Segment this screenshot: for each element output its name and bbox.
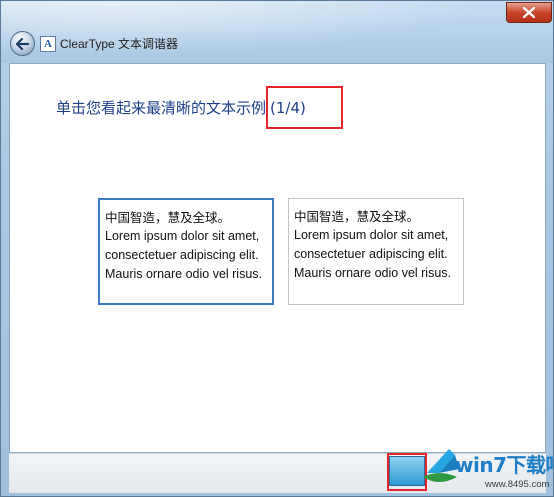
cleartype-tuner-window: A ClearType 文本调谐器 单击您看起来最清晰的文本示例 (1/4) 中国… <box>0 0 554 497</box>
content-area: 单击您看起来最清晰的文本示例 (1/4) 中国智造，慧及全球。 Lorem ips… <box>9 63 546 453</box>
sample-chinese-text: 中国智造，慧及全球。 <box>105 210 231 225</box>
text-sample-1[interactable]: 中国智造，慧及全球。 Lorem ipsum dolor sit amet, c… <box>98 198 274 305</box>
sample-latin-text: Lorem ipsum dolor sit amet, consectetuer… <box>294 228 452 280</box>
watermark-url: www.8495.com <box>485 479 550 490</box>
text-sample-2[interactable]: 中国智造，慧及全球。 Lorem ipsum dolor sit amet, c… <box>288 198 464 305</box>
sample-chinese-text: 中国智造，慧及全球。 <box>294 209 420 224</box>
close-icon <box>523 7 535 18</box>
sample-latin-text: Lorem ipsum dolor sit amet, consectetuer… <box>105 229 263 281</box>
close-button[interactable] <box>506 2 552 23</box>
instruction-text: 单击您看起来最清晰的文本示例 <box>56 99 267 117</box>
window-title: ClearType 文本调谐器 <box>60 37 179 51</box>
title-bar <box>1 1 553 63</box>
watermark-brand: win7下载吧 <box>455 453 554 477</box>
site-watermark: win7下载吧 www.8495.com <box>419 441 554 496</box>
arrow-left-icon <box>16 37 29 50</box>
step-highlight-box <box>266 86 343 129</box>
back-button[interactable] <box>10 31 35 56</box>
cleartype-app-icon: A <box>40 36 56 52</box>
